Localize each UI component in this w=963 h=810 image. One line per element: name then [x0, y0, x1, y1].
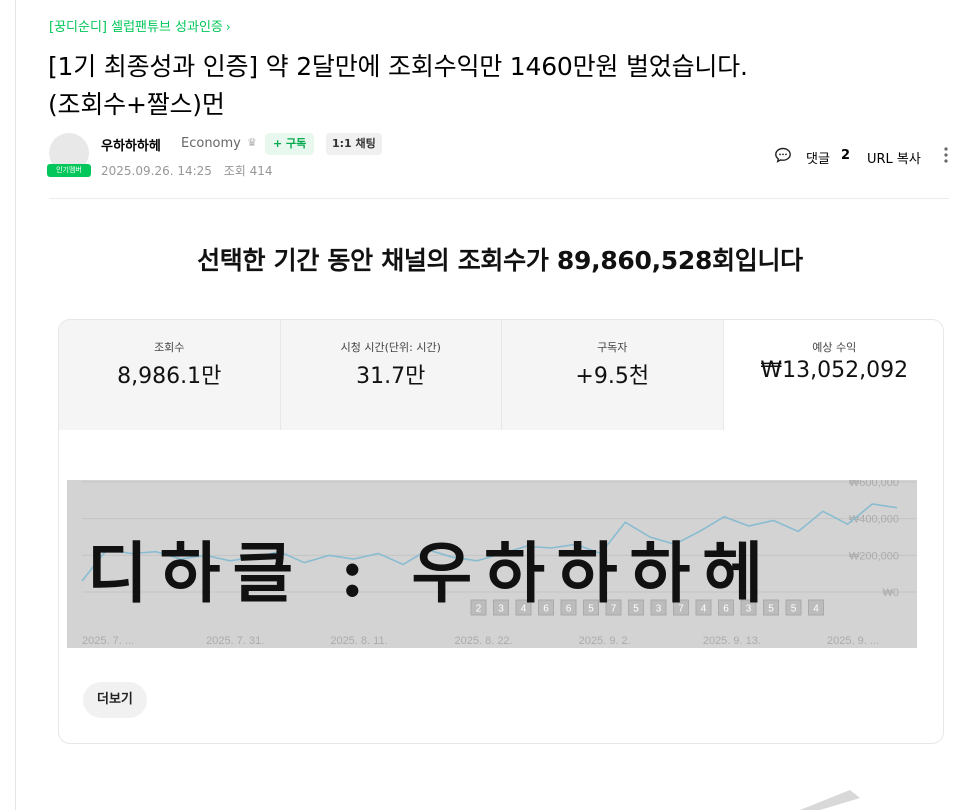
stat-views[interactable]: 조회수 8,986.1만: [59, 320, 281, 430]
crown-icon: ♛: [247, 136, 257, 149]
board-link-label: [꿍디순디] 셀럽팬튜브 성과인증: [49, 20, 223, 35]
x-tick-label: 2025. 7. 31.: [206, 635, 264, 647]
header-divider: [49, 198, 949, 199]
url-copy-button[interactable]: URL 복사: [867, 148, 921, 167]
marker-label: 4: [813, 604, 819, 615]
stat-label: 예상 수익: [812, 341, 857, 354]
subscribe-button[interactable]: + 구독: [265, 133, 315, 155]
post-title: [1기 최종성과 인증] 약 2달만에 조회수익만 1460만원 벌었습니다. …: [48, 48, 948, 124]
author-nickname[interactable]: 우하하하헤: [101, 135, 161, 154]
chat-button[interactable]: 1:1 채팅: [326, 133, 382, 155]
more-options-icon[interactable]: [944, 146, 948, 164]
x-tick-label: 2025. 9. ...: [827, 635, 879, 647]
comment-icon[interactable]: [774, 147, 792, 163]
analytics-headline: 선택한 기간 동안 채널의 조회수가 89,860,528회입니다: [197, 246, 803, 275]
chevron-right-icon: ›: [225, 20, 231, 34]
x-tick-label: 2025. 9. 13.: [703, 635, 761, 647]
corner-decoration: [800, 790, 860, 810]
stat-subscribers[interactable]: 구독자 +9.5천: [502, 320, 724, 430]
comment-count[interactable]: 2: [841, 148, 850, 163]
stat-label: 구독자: [597, 341, 628, 354]
post-title-line-1: [1기 최종성과 인증] 약 2달만에 조회수익만 1460만원 벌었습니다.: [48, 52, 748, 81]
marker-label: 5: [791, 604, 797, 615]
stat-value: 31.7만: [356, 364, 426, 389]
post-meta: 2025.09.26. 14:25 조회 414: [101, 162, 273, 179]
page-left-border: [15, 0, 16, 810]
post-title-line-2: (조회수+짤스)먼: [48, 90, 225, 119]
comment-label[interactable]: 댓글: [806, 148, 830, 167]
y-tick-label: ₩400,000: [849, 514, 899, 526]
x-tick-label: 2025. 9. 2.: [579, 635, 631, 647]
post-views: 조회 414: [223, 164, 273, 178]
stat-value: +9.5천: [575, 364, 650, 389]
post-date: 2025.09.26. 14:25: [101, 164, 212, 178]
stat-revenue[interactable]: 예상 수익 ₩13,052,092: [723, 320, 943, 426]
y-tick-label: ₩0: [883, 587, 900, 599]
stats-row: 조회수 8,986.1만 시청 시간(단위: 시간) 31.7만 구독자 +9.…: [59, 320, 943, 430]
stat-watch-time[interactable]: 시청 시간(단위: 시간) 31.7만: [280, 320, 502, 430]
y-tick-label: ₩200,000: [849, 550, 899, 562]
analytics-card: 조회수 8,986.1만 시청 시간(단위: 시간) 31.7만 구독자 +9.…: [58, 319, 944, 744]
x-tick-label: 2025. 7. ...: [82, 635, 134, 647]
watermark-text: 디하클 : 우하하하헤: [87, 534, 776, 612]
revenue-chart: ₩600,000 ₩400,000 ₩200,000 ₩0 2025. 7. ... 20…: [67, 480, 917, 648]
author-grade: Economy: [181, 136, 241, 151]
x-tick-label: 2025. 8. 22.: [455, 635, 513, 647]
x-tick-label: 2025. 8. 11.: [330, 635, 387, 647]
more-button[interactable]: 더보기: [83, 682, 147, 718]
stat-label: 시청 시간(단위: 시간): [340, 341, 441, 354]
stat-value: 8,986.1만: [117, 364, 222, 389]
popular-member-badge: 인기멤버: [47, 164, 91, 177]
stat-value: ₩13,052,092: [760, 358, 909, 383]
y-tick-label: ₩600,000: [849, 480, 899, 489]
board-link[interactable]: [꿍디순디] 셀럽팬튜브 성과인증 ›: [49, 16, 231, 35]
stat-label: 조회수: [154, 341, 185, 354]
